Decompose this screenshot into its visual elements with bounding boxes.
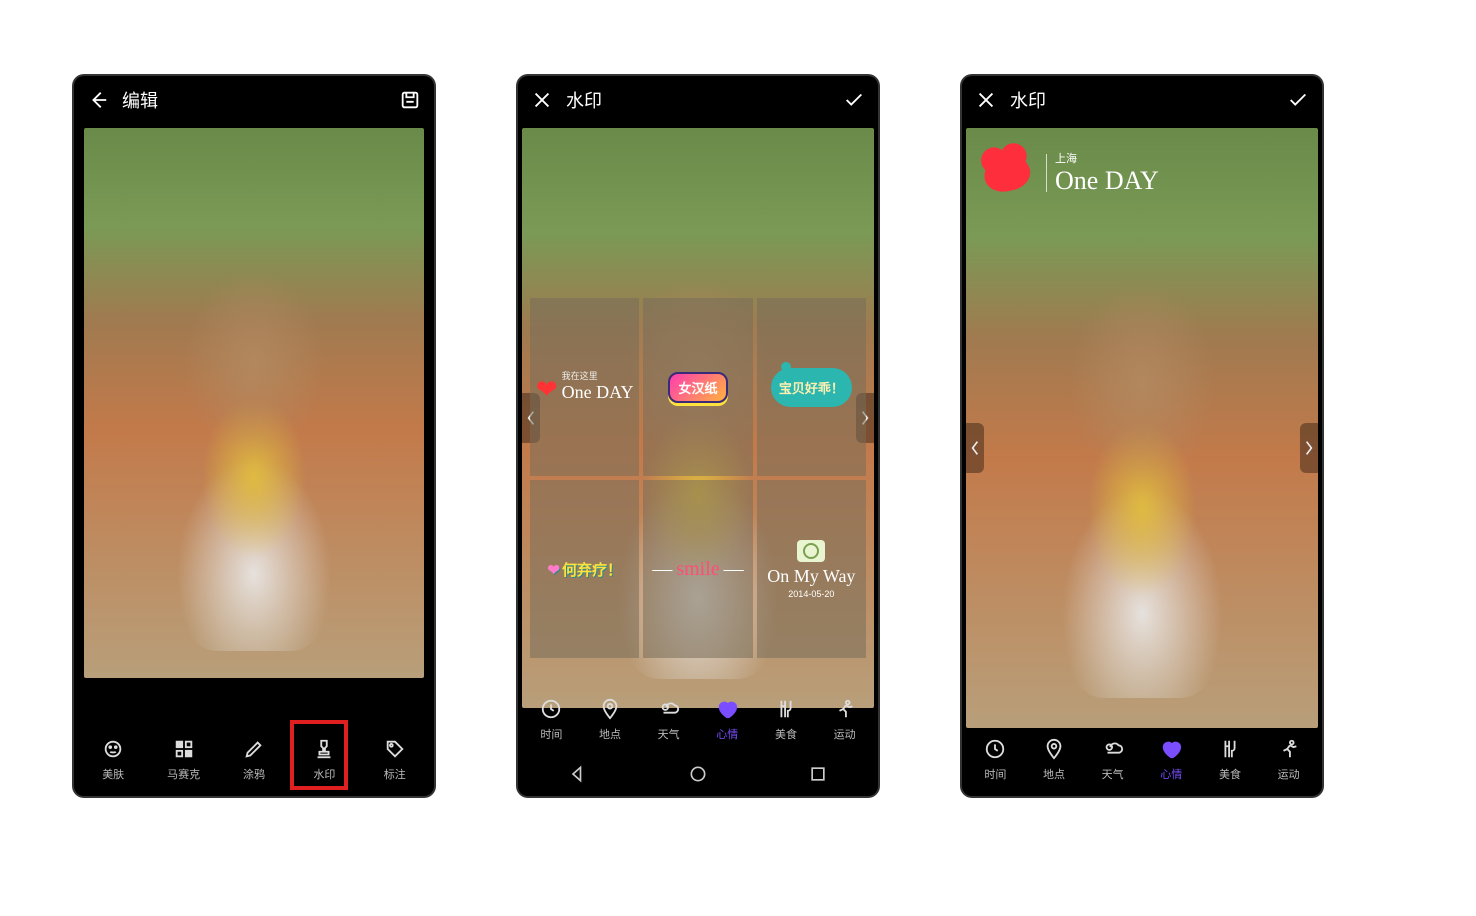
cat-food[interactable]: 美食 [1203,736,1257,782]
watermark-grid: ❤我在这里One DAY 女汉纸 宝贝好乖！ 何弃疗！ smile On My … [530,298,866,658]
save-icon[interactable] [398,88,422,112]
photo-canvas[interactable] [84,128,424,678]
nav-home[interactable] [688,764,708,789]
cat-food[interactable]: 美食 [759,696,813,742]
weather-icon [642,696,696,722]
cat-location[interactable]: 地点 [1027,736,1081,782]
category-toolbar: 时间 地点 天气 心情 美食 运动 [518,688,878,756]
tool-beauty[interactable]: 美肤 [86,736,140,782]
close-icon[interactable] [974,88,998,112]
run-icon [818,696,872,722]
photo-subject [161,266,348,651]
pin-icon [1027,736,1081,762]
screen-watermark-picker: 水印 ❤我在这里One DAY 女汉纸 宝贝好乖！ 何弃疗！ smile [518,76,878,796]
header: 编辑 [74,76,434,124]
cat-weather[interactable]: 天气 [642,696,696,742]
weather-icon [1086,736,1140,762]
run-icon [1262,736,1316,762]
watermark-text: One DAY [1055,166,1159,195]
header-title: 编辑 [122,87,398,113]
header-title: 水印 [1010,87,1286,113]
heart-icon [700,696,754,722]
header: 水印 [518,76,878,124]
cat-time[interactable]: 时间 [968,736,1022,782]
food-icon [1203,736,1257,762]
food-icon [759,696,813,722]
watermark-option-omw[interactable]: On My Way2014-05-20 [757,480,866,658]
prev-watermark[interactable] [966,423,984,473]
cat-sport[interactable]: 运动 [1262,736,1316,782]
separator [1046,154,1047,192]
heart-icon [981,151,1033,196]
tool-label: 美肤 [86,766,140,782]
cat-time[interactable]: 时间 [524,696,578,742]
screen-edit: 编辑 美肤 马赛克 涂鸦 水印 标注 [74,76,434,796]
tool-mosaic[interactable]: 马赛克 [157,736,211,782]
highlight-box [290,720,348,790]
applied-watermark[interactable]: 上海 One DAY [984,150,1159,196]
photo-subject [1045,278,1239,698]
cat-sport[interactable]: 运动 [818,696,872,742]
tool-label: 马赛克 [157,766,211,782]
heart-icon: ❤ [536,374,558,404]
back-icon[interactable] [86,88,110,112]
nav-recent[interactable] [808,764,828,789]
watermark-option-bbhg[interactable]: 宝贝好乖！ [757,298,866,476]
watermark-option-nhz[interactable]: 女汉纸 [643,298,752,476]
confirm-icon[interactable] [842,88,866,112]
watermark-location: 上海 [1055,150,1159,166]
tool-label: 涂鸦 [227,766,281,782]
watermark-option-oneday[interactable]: ❤我在这里One DAY [530,298,639,476]
face-icon [86,736,140,762]
pin-icon [583,696,637,722]
confirm-icon[interactable] [1286,88,1310,112]
android-navbar [518,756,878,796]
cat-mood[interactable]: 心情 [700,696,754,742]
watermark-option-hbl[interactable]: 何弃疗！ [530,480,639,658]
screen-watermark-applied: 水印 上海 One DAY 时间 地点 天气 心情 美食 运动 [962,76,1322,796]
close-icon[interactable] [530,88,554,112]
photo-canvas[interactable]: ❤我在这里One DAY 女汉纸 宝贝好乖！ 何弃疗！ smile On My … [522,128,874,708]
camera-icon [797,540,825,562]
brush-icon [227,736,281,762]
mosaic-icon [157,736,211,762]
category-toolbar: 时间 地点 天气 心情 美食 运动 [962,728,1322,796]
next-watermark[interactable] [1300,423,1318,473]
cat-location[interactable]: 地点 [583,696,637,742]
clock-icon [524,696,578,722]
heart-icon [1144,736,1198,762]
tool-annotate[interactable]: 标注 [368,736,422,782]
cat-mood[interactable]: 心情 [1144,736,1198,782]
clock-icon [968,736,1022,762]
header: 水印 [962,76,1322,124]
tag-icon [368,736,422,762]
tool-draw[interactable]: 涂鸦 [227,736,281,782]
header-title: 水印 [566,87,842,113]
photo-canvas[interactable]: 上海 One DAY [966,128,1318,728]
nav-back[interactable] [568,764,588,789]
edit-toolbar: 美肤 马赛克 涂鸦 水印 标注 [74,728,434,796]
cat-weather[interactable]: 天气 [1086,736,1140,782]
tool-label: 标注 [368,766,422,782]
watermark-option-smile[interactable]: smile [643,480,752,658]
